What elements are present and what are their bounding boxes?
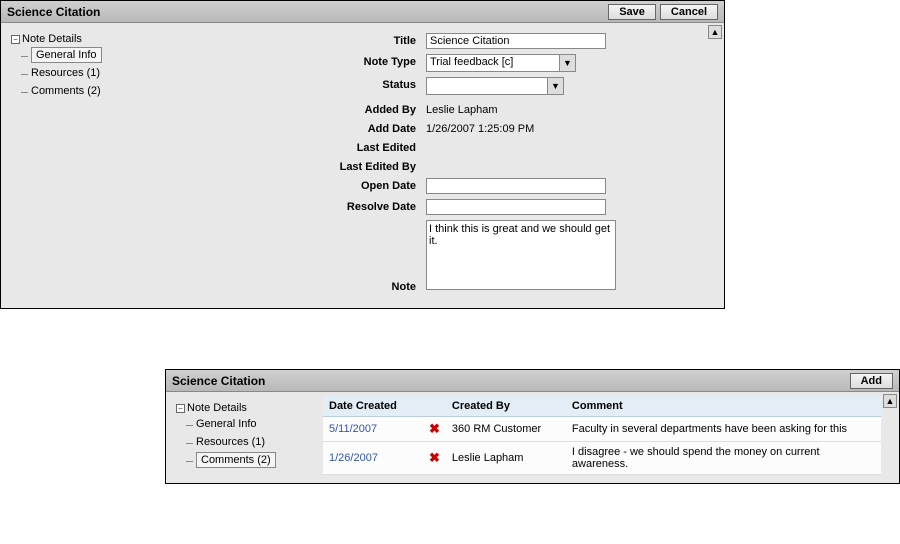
scroll-up-icon[interactable]: ▲ <box>708 25 722 39</box>
sidebar-item-label: Resources (1) <box>31 67 100 79</box>
label-add-date: Add Date <box>166 121 426 135</box>
comments-table: Date Created Created By Comment 5/11/200… <box>323 396 881 475</box>
title-input[interactable] <box>426 33 606 49</box>
cancel-button[interactable]: Cancel <box>660 4 718 20</box>
label-last-edited-by: Last Edited By <box>166 159 426 173</box>
cell-created-by: 360 RM Customer <box>446 417 566 442</box>
cell-created-by: Leslie Lapham <box>446 442 566 475</box>
sidebar-item-comments[interactable]: Comments (2) <box>186 452 317 468</box>
label-note-type: Note Type <box>166 54 426 68</box>
table-row: 1/26/2007 ✖ Leslie Lapham I disagree - w… <box>323 442 881 475</box>
status-select[interactable]: ▼ <box>426 77 564 95</box>
sidebar-item-general-info[interactable]: General Info <box>21 47 152 63</box>
window2-title: Science Citation <box>172 374 265 388</box>
comments-panel: Date Created Created By Comment 5/11/200… <box>321 392 899 483</box>
add-button[interactable]: Add <box>850 373 893 389</box>
window-titlebar: Science Citation Save Cancel <box>1 1 724 23</box>
col-comment: Comment <box>566 396 881 417</box>
col-delete <box>423 396 446 417</box>
label-added-by: Added By <box>166 102 426 116</box>
resolve-date-input[interactable] <box>426 199 606 215</box>
tree-root-label: Note Details <box>22 33 82 45</box>
sidebar-item-general-info[interactable]: General Info <box>186 416 317 432</box>
cell-comment: I disagree - we should spend the money o… <box>566 442 881 475</box>
label-status: Status <box>166 77 426 91</box>
note-type-value: Trial feedback [c] <box>427 55 559 71</box>
sidebar-tree: − Note Details General Info Resources (1… <box>1 23 156 308</box>
add-date-value: 1/26/2007 1:25:09 PM <box>426 121 534 135</box>
label-last-edited: Last Edited <box>166 140 426 154</box>
label-note: Note <box>166 223 426 293</box>
added-by-value: Leslie Lapham <box>426 102 498 116</box>
col-date-created: Date Created <box>323 396 423 417</box>
open-date-input[interactable] <box>426 178 606 194</box>
col-created-by: Created By <box>446 396 566 417</box>
delete-icon[interactable]: ✖ <box>429 450 440 465</box>
form-panel: Title Note Type Trial feedback [c] ▼ Sta… <box>156 23 724 308</box>
delete-icon[interactable]: ✖ <box>429 421 440 436</box>
sidebar-item-label: Comments (2) <box>31 85 101 97</box>
tree-collapse-icon[interactable]: − <box>11 35 20 44</box>
sidebar-item-comments[interactable]: Comments (2) <box>21 83 152 99</box>
table-row: 5/11/2007 ✖ 360 RM Customer Faculty in s… <box>323 417 881 442</box>
sidebar-item-resources[interactable]: Resources (1) <box>186 434 317 450</box>
sidebar-item-resources[interactable]: Resources (1) <box>21 65 152 81</box>
status-value <box>427 78 547 94</box>
tree-root-label: Note Details <box>187 402 247 414</box>
sidebar-item-label: Resources (1) <box>196 436 265 448</box>
save-button[interactable]: Save <box>608 4 656 20</box>
sidebar-item-label: General Info <box>196 418 257 430</box>
sidebar-tree-2: − Note Details General Info Resources (1… <box>166 392 321 483</box>
chevron-down-icon: ▼ <box>547 78 563 94</box>
window-title: Science Citation <box>7 5 100 19</box>
window2-titlebar: Science Citation Add <box>166 370 899 392</box>
tree-collapse-icon[interactable]: − <box>176 404 185 413</box>
sidebar-item-label: General Info <box>31 47 102 63</box>
cell-date[interactable]: 5/11/2007 <box>323 417 423 442</box>
note-textarea[interactable] <box>426 220 616 290</box>
note-type-select[interactable]: Trial feedback [c] ▼ <box>426 54 576 72</box>
label-title: Title <box>166 33 426 47</box>
cell-comment: Faculty in several departments have been… <box>566 417 881 442</box>
label-resolve-date: Resolve Date <box>166 199 426 213</box>
cell-date[interactable]: 1/26/2007 <box>323 442 423 475</box>
chevron-down-icon: ▼ <box>559 55 575 71</box>
sidebar-item-label: Comments (2) <box>196 452 276 468</box>
label-open-date: Open Date <box>166 178 426 192</box>
